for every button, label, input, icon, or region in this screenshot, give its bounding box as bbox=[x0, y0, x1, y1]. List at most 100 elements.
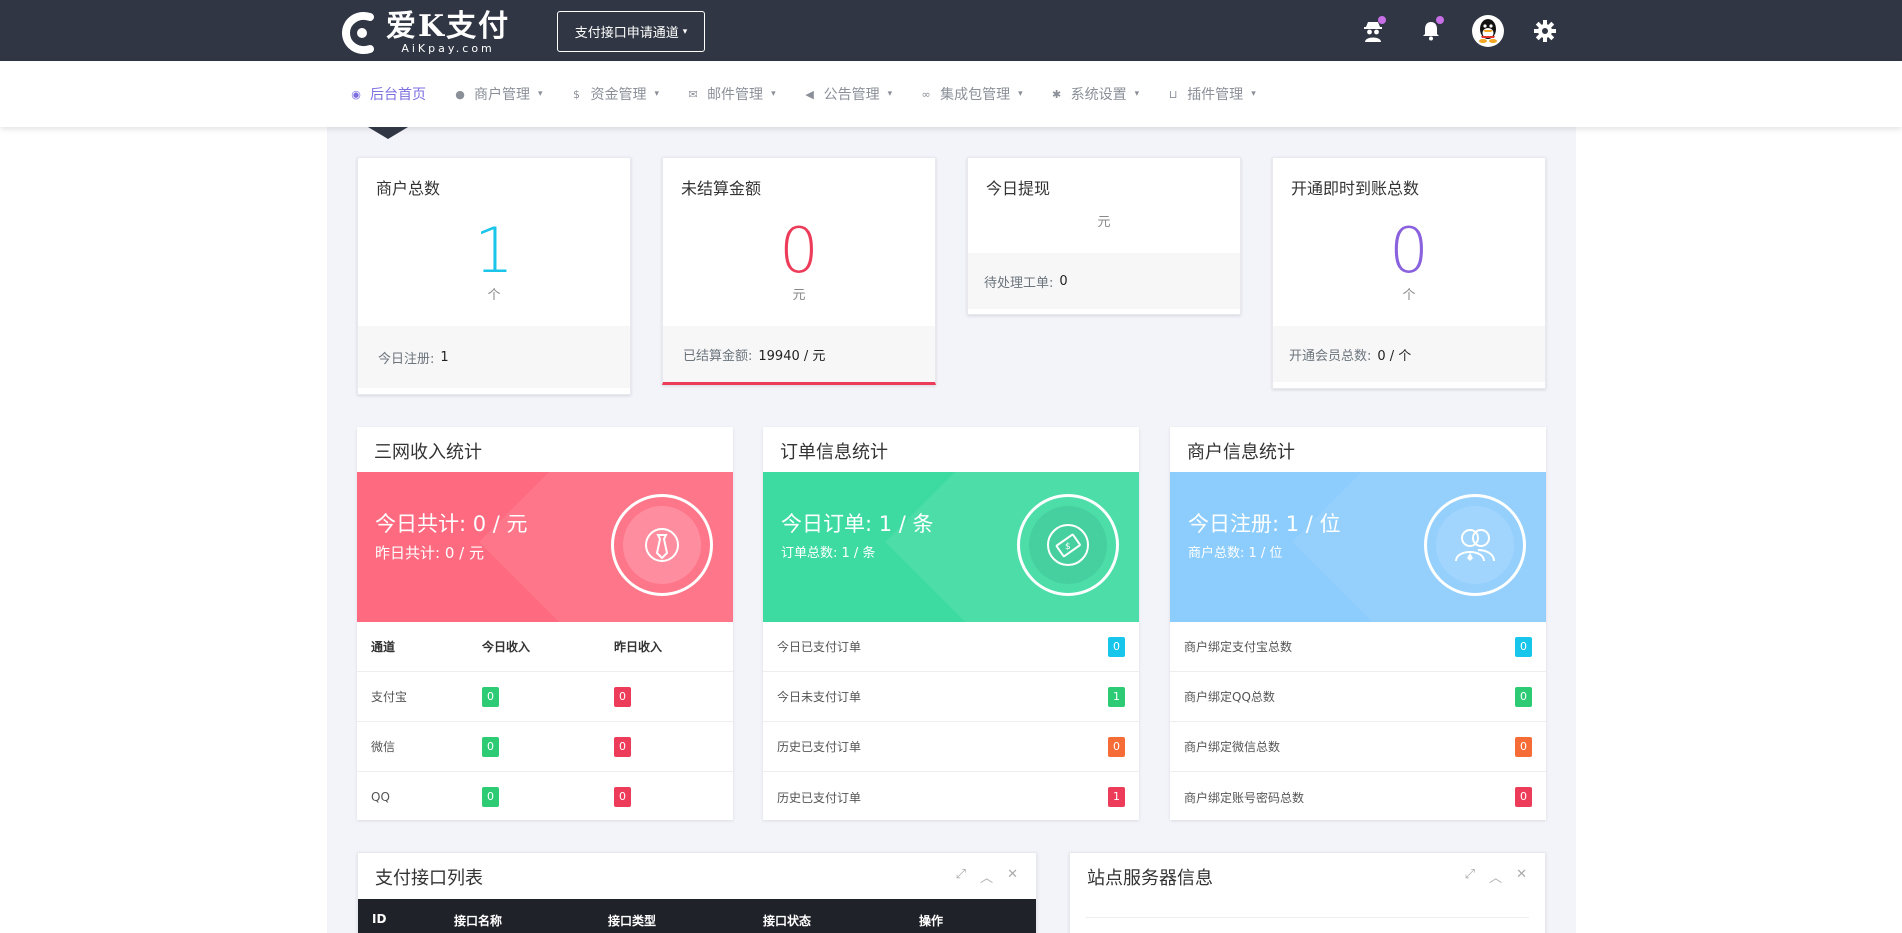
stat-footer-label: 已结算金额: bbox=[683, 348, 753, 364]
top-bar: 爱K支付 AiKpay.com 支付接口申请通道 ▾ bbox=[0, 0, 1902, 61]
list-item-label: 商户绑定支付宝总数 bbox=[1184, 640, 1293, 654]
caret-down-icon: ▾ bbox=[1018, 89, 1023, 99]
close-icon[interactable]: ✕ bbox=[1007, 867, 1018, 886]
server-info-panel: 站点服务器信息 ⤢ ︿ ✕ bbox=[1069, 852, 1546, 933]
stat-value: 1 bbox=[474, 214, 514, 287]
bell-icon[interactable] bbox=[1414, 14, 1448, 48]
nav-item-7[interactable]: ⊔ 插件管理 ▾ bbox=[1167, 84, 1256, 104]
stat-footer-label: 开通会员总数: bbox=[1289, 348, 1372, 364]
gear-icon[interactable] bbox=[1528, 14, 1562, 48]
channel-name: 微信 bbox=[371, 740, 396, 754]
collapse-icon[interactable]: ︿ bbox=[1489, 867, 1502, 886]
apply-channel-label: 支付接口申请通道 bbox=[574, 26, 679, 41]
list-item: 商户绑定支付宝总数 0 bbox=[1170, 622, 1546, 672]
merchants-total: 商户总数: 1 / 位 bbox=[1188, 546, 1283, 561]
table-row: 支付宝 0 0 bbox=[357, 672, 733, 722]
nav-item-label: 公告管理 bbox=[823, 87, 880, 103]
stat-card-instant: 开通即时到账总数 0 个 开通会员总数: 0 / 个 bbox=[1272, 157, 1546, 389]
orders-list: 今日已支付订单 0 今日未支付订单 1 历史已支付订单 0 历史已支付订单 1 bbox=[763, 622, 1139, 822]
nav-item-label: 系统设置 bbox=[1070, 87, 1127, 103]
stat-title: 开通即时到账总数 bbox=[1291, 179, 1420, 198]
qq-avatar-icon[interactable] bbox=[1472, 15, 1504, 47]
count-badge: 0 bbox=[1515, 787, 1532, 807]
yesterday-income-badge: 0 bbox=[614, 736, 631, 757]
logo-mark-icon bbox=[340, 11, 380, 55]
income-stats-panel: 三网收入统计 今日共计: 0 / 元 昨日共计: 0 / 元 通道 今日收入 昨… bbox=[357, 427, 733, 820]
caret-down-icon: ▾ bbox=[654, 89, 660, 99]
stat-value: 0 bbox=[1389, 214, 1429, 287]
mail-icon: ✉ bbox=[688, 87, 698, 101]
panel-title: 订单信息统计 bbox=[780, 442, 888, 463]
stat-title: 商户总数 bbox=[376, 179, 441, 198]
nav-item-label: 后台首页 bbox=[370, 87, 426, 103]
caret-down-icon: ▾ bbox=[1251, 89, 1256, 99]
list-item: 历史已支付订单 1 bbox=[763, 772, 1139, 822]
list-item: 商户绑定账号密码总数 0 bbox=[1170, 772, 1546, 822]
count-badge: 1 bbox=[1108, 787, 1125, 807]
column-header: 今日收入 bbox=[482, 640, 531, 654]
yesterday-income-badge: 0 bbox=[614, 787, 631, 807]
count-badge: 0 bbox=[1515, 736, 1532, 757]
income-table: 通道 今日收入 昨日收入 支付宝 0 0 微信 0 0 QQ 0 0 bbox=[357, 622, 733, 822]
orders-hero: 今日订单: 1 / 条 订单总数: 1 / 条 $ bbox=[763, 472, 1139, 622]
nav-item-6[interactable]: ✱ 系统设置 ▾ bbox=[1051, 84, 1139, 104]
count-badge: 0 bbox=[1515, 686, 1532, 707]
stat-footer: 待处理工单: 0 bbox=[968, 253, 1240, 309]
table-row: 微信 0 0 bbox=[357, 722, 733, 772]
expand-icon[interactable]: ⤢ bbox=[956, 867, 966, 886]
column-header: 接口类型 bbox=[608, 914, 657, 928]
nav-item-2[interactable]: $ 资金管理 ▾ bbox=[571, 84, 660, 104]
main-nav-bar: ◉ 后台首页 ● 商户管理 ▾ $ 资金管理 ▾ ✉ 邮件管理 ▾ ◀ 公告管理 ▾ ∞ 集成包管理 ▾ ✱ 系统设… bbox=[0, 61, 1902, 127]
table-header: ID 接口名称 接口类型 接口状态 操作 bbox=[358, 899, 1036, 933]
nav-item-1[interactable]: ● 商户管理 ▾ bbox=[454, 84, 542, 104]
user-spy-icon[interactable] bbox=[1356, 14, 1390, 48]
panel-title: 支付接口列表 bbox=[375, 868, 483, 889]
nav-item-5[interactable]: ∞ 集成包管理 ▾ bbox=[920, 84, 1023, 104]
stat-footer-label: 今日注册: bbox=[378, 351, 435, 367]
close-icon[interactable]: ✕ bbox=[1516, 867, 1527, 886]
today-income-badge: 0 bbox=[482, 686, 499, 707]
income-today: 今日共计: 0 / 元 bbox=[375, 512, 528, 536]
stat-card-merchants: 商户总数 1 个 今日注册: 1 bbox=[357, 157, 631, 395]
package-icon: ∞ bbox=[921, 87, 931, 101]
speaker-icon: ◀ bbox=[805, 87, 814, 101]
stat-unit: 个 bbox=[487, 288, 501, 303]
channel-name: 支付宝 bbox=[371, 690, 408, 704]
collapse-icon[interactable]: ︿ bbox=[980, 867, 993, 886]
list-item: 商户绑定QQ总数 0 bbox=[1170, 672, 1546, 722]
list-item-label: 历史已支付订单 bbox=[777, 740, 862, 754]
logo[interactable]: 爱K支付 AiKpay.com bbox=[340, 10, 540, 56]
column-header: 通道 bbox=[371, 640, 396, 654]
active-nav-indicator bbox=[368, 127, 408, 139]
divider bbox=[1086, 917, 1529, 918]
orders-total: 订单总数: 1 / 条 bbox=[781, 546, 876, 561]
stat-footer-value: 1 bbox=[440, 349, 449, 365]
table-row: QQ 0 0 bbox=[357, 772, 733, 822]
nav-item-0[interactable]: ◉ 后台首页 bbox=[350, 84, 426, 104]
channel-name: QQ bbox=[371, 790, 390, 804]
nav-item-label: 商户管理 bbox=[474, 87, 530, 103]
svg-text:$: $ bbox=[1065, 542, 1071, 552]
list-item-label: 商户绑定账号密码总数 bbox=[1184, 790, 1305, 805]
panel-title: 站点服务器信息 bbox=[1087, 868, 1213, 889]
column-header: ID bbox=[372, 912, 387, 926]
column-header: 接口名称 bbox=[454, 914, 503, 928]
list-item-label: 历史已支付订单 bbox=[777, 790, 862, 805]
stat-title: 未结算金额 bbox=[681, 179, 762, 198]
list-item-label: 今日未支付订单 bbox=[777, 690, 862, 704]
caret-down-icon: ▾ bbox=[682, 26, 688, 37]
apply-channel-button[interactable]: 支付接口申请通道 ▾ bbox=[557, 11, 705, 52]
merchants-list: 商户绑定支付宝总数 0 商户绑定QQ总数 0 商户绑定微信总数 0 商户绑定账号密码总数 0 bbox=[1170, 622, 1546, 822]
column-header: 操作 bbox=[919, 914, 944, 928]
nav-item-label: 邮件管理 bbox=[707, 87, 764, 103]
expand-icon[interactable]: ⤢ bbox=[1465, 867, 1475, 886]
cart-icon: ⊔ bbox=[1168, 87, 1178, 101]
column-header: 接口状态 bbox=[763, 914, 812, 928]
merchants-hero: 今日注册: 1 / 位 商户总数: 1 / 位 bbox=[1170, 472, 1546, 622]
nav-item-4[interactable]: ◀ 公告管理 ▾ bbox=[804, 84, 892, 104]
pay-interface-list-panel: 支付接口列表 ⤢ ︿ ✕ ID 接口名称 接口类型 接口状态 操作 bbox=[357, 852, 1037, 933]
logo-subtitle: AiKpay.com bbox=[401, 42, 495, 55]
panel-title: 三网收入统计 bbox=[374, 442, 482, 463]
today-income-badge: 0 bbox=[482, 787, 499, 807]
nav-item-3[interactable]: ✉ 邮件管理 ▾ bbox=[687, 84, 775, 104]
